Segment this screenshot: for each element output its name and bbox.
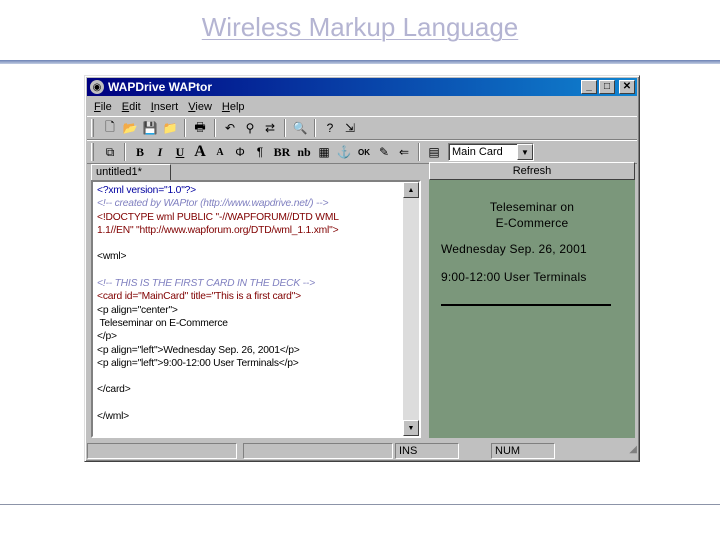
italic-button[interactable]: I <box>150 142 170 162</box>
chevron-down-icon[interactable]: ▼ <box>517 144 533 160</box>
bold-button[interactable]: B <box>130 142 150 162</box>
waptor-window: ◉ WAPDrive WAPtor _ □ ✕ File Edit Insert… <box>84 75 640 462</box>
editor-scrollbar[interactable]: ▲ ▼ <box>403 182 419 436</box>
code-line: <?xml version="1.0"?> <box>97 185 196 196</box>
preview-zoom-icon[interactable]: 🔍 <box>290 118 310 138</box>
preview-centered-line2: E-Commerce <box>495 216 569 230</box>
menu-bar: File Edit Insert View Help <box>89 98 250 116</box>
resize-grip-icon[interactable]: ◢ <box>623 444 637 458</box>
context-help-icon[interactable]: ⇲ <box>340 118 360 138</box>
line-break-button[interactable]: BR <box>270 142 294 162</box>
open-project-icon[interactable]: 📁 <box>160 118 180 138</box>
copy-icon[interactable]: ⧉ <box>100 142 120 162</box>
code-line: </card> <box>97 384 131 396</box>
table-icon[interactable]: ▦ <box>314 142 334 162</box>
code-line: <card id="MainCard" title="This is a fir… <box>97 291 301 303</box>
title-bar[interactable]: ◉ WAPDrive WAPtor _ □ ✕ <box>87 78 637 96</box>
new-file-icon[interactable]: 🗋 <box>100 118 120 138</box>
toolbar-grip[interactable] <box>91 143 94 161</box>
slide-title: Wireless Markup Language <box>201 12 519 42</box>
status-gap <box>461 443 489 459</box>
app-icon: ◉ <box>90 80 104 94</box>
maximize-button[interactable]: □ <box>599 80 615 94</box>
toolbar-separator <box>184 119 186 137</box>
code-line: </p> <box>97 331 117 343</box>
menu-file[interactable]: File <box>89 101 117 113</box>
code-editor[interactable]: <?xml version="1.0"?> <!-- created by WAP… <box>91 180 421 438</box>
anchor-icon[interactable]: ⚓ <box>334 142 354 162</box>
undo-icon[interactable]: ↶ <box>220 118 240 138</box>
status-ins: INS <box>395 443 459 459</box>
code-line: <p align="left">Wednesday Sep. 26, 2001<… <box>97 344 300 356</box>
code-line: Teleseminar on E-Commerce <box>97 317 228 329</box>
underline-button[interactable]: U <box>170 142 190 162</box>
code-line: <!-- THIS IS THE FIRST CARD IN THE DECK … <box>97 278 315 290</box>
standard-toolbar: 🗋 📂 💾 📁 🖶 ↶ ⚲ ⇄ 🔍 ? ⇲ <box>87 116 637 140</box>
preview-rule <box>441 304 611 306</box>
big-text-button[interactable]: A <box>190 142 210 162</box>
minimize-button[interactable]: _ <box>581 80 597 94</box>
menu-edit[interactable]: Edit <box>117 101 146 113</box>
paragraph-button[interactable]: ¶ <box>250 142 270 162</box>
toolbar-separator <box>314 119 316 137</box>
ok-button[interactable]: OK <box>354 142 374 162</box>
code-line: <wml> <box>97 251 127 263</box>
toolbar-separator <box>284 119 286 137</box>
status-position-cell <box>243 443 393 459</box>
tab-untitled1[interactable]: untitled1* <box>91 164 171 180</box>
preview-time-line: 9:00-12:00 User Terminals <box>441 270 587 284</box>
toolbar-separator <box>418 143 420 161</box>
code-line: <!DOCTYPE wml PUBLIC "-//WAPFORUM//DTD W… <box>97 211 339 223</box>
footer-rule <box>0 504 720 505</box>
edit-card-icon[interactable]: ✎ <box>374 142 394 162</box>
code-line: </wml> <box>97 411 129 423</box>
card-list-icon[interactable]: ▤ <box>424 142 444 162</box>
preview-centered-line1: Teleseminar on <box>489 200 575 214</box>
scroll-down-icon[interactable]: ▼ <box>403 420 419 436</box>
emphasis-icon[interactable]: Φ <box>230 142 250 162</box>
code-line: <p align="center"> <box>97 304 178 316</box>
menu-help[interactable]: Help <box>217 101 250 113</box>
preview-date-line: Wednesday Sep. 26, 2001 <box>441 242 587 256</box>
back-arrow-icon[interactable]: ⇐ <box>394 142 414 162</box>
code-line: <!-- created by WAPtor (http://www.wapdr… <box>97 198 329 210</box>
code-lines: <?xml version="1.0"?> <!-- created by WAP… <box>97 184 401 436</box>
replace-icon[interactable]: ⇄ <box>260 118 280 138</box>
wml-preview-pane: Teleseminar on E-Commerce Wednesday Sep.… <box>429 180 635 438</box>
window-controls: _ □ ✕ <box>581 80 635 94</box>
toolbar-grip[interactable] <box>91 119 94 137</box>
small-text-button[interactable]: A <box>210 142 230 162</box>
title-rule <box>0 60 720 64</box>
toolbar-separator <box>214 119 216 137</box>
menu-view[interactable]: View <box>183 101 217 113</box>
status-message-cell <box>87 443 237 459</box>
card-select[interactable]: Main Card ▼ <box>448 143 534 161</box>
find-binoculars-icon[interactable]: ⚲ <box>240 118 260 138</box>
menu-insert[interactable]: Insert <box>146 101 184 113</box>
refresh-button[interactable]: Refresh <box>429 162 635 180</box>
scroll-up-icon[interactable]: ▲ <box>403 182 419 198</box>
close-button[interactable]: ✕ <box>619 80 635 94</box>
help-question-icon[interactable]: ? <box>320 118 340 138</box>
open-folder-icon[interactable]: 📂 <box>120 118 140 138</box>
toolbar-separator <box>124 143 126 161</box>
window-title: WAPDrive WAPtor <box>108 80 213 94</box>
code-line: 1.1//EN" "http://www.wapforum.org/DTD/wm… <box>97 224 339 236</box>
card-select-value: Main Card <box>452 146 503 158</box>
status-num: NUM <box>491 443 555 459</box>
code-line: <p align="left">9:00-12:00 User Terminal… <box>97 357 299 369</box>
save-icon[interactable]: 💾 <box>140 118 160 138</box>
print-icon[interactable]: 🖶 <box>190 118 210 138</box>
status-bar: INS NUM ◢ <box>87 442 637 460</box>
format-toolbar: ⧉ B I U A A Φ ¶ BR nb ▦ ⚓ OK ✎ ⇐ ▤ Main … <box>87 140 637 164</box>
nbsp-button[interactable]: nb <box>294 142 314 162</box>
